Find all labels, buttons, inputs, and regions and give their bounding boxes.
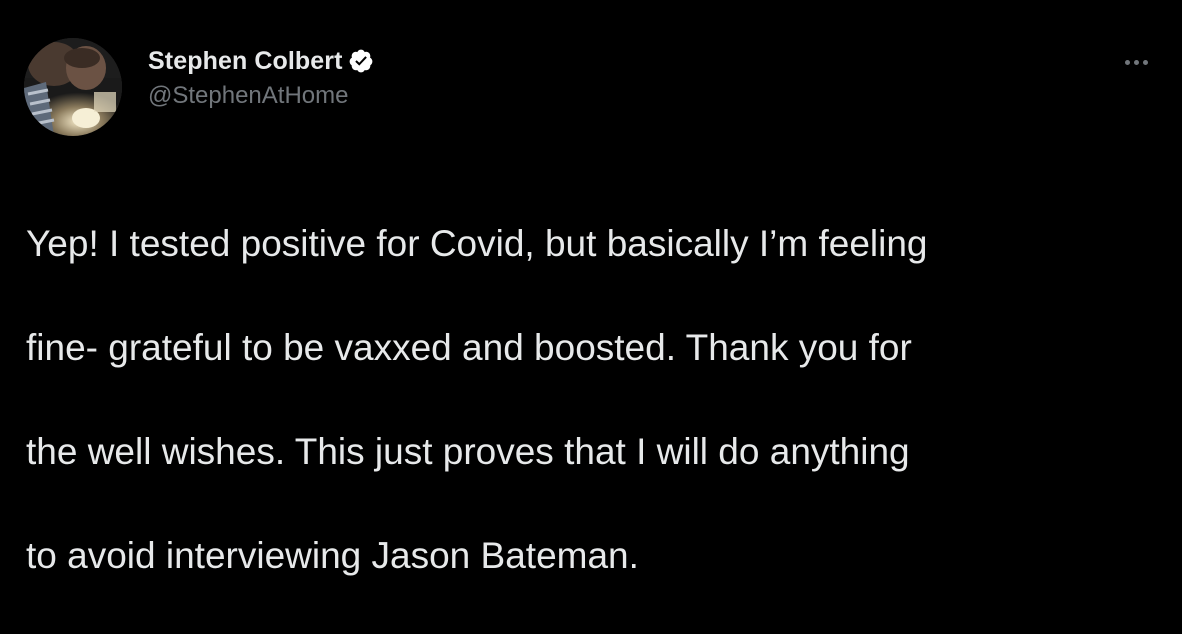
author-display-name[interactable]: Stephen Colbert	[148, 47, 343, 76]
author-name-row: Stephen Colbert	[148, 44, 374, 78]
profile-photo-image	[24, 38, 122, 136]
tweet-text-line: to avoid interviewing Jason Bateman.	[26, 535, 639, 576]
author-info: Stephen Colbert @StephenAtHome	[148, 44, 374, 110]
more-dot	[1133, 59, 1139, 65]
tweet-text-line: fine- grateful to be vaxxed and boosted.…	[26, 327, 912, 368]
tweet-text-line: Yep! I tested positive for Covid, but ba…	[26, 223, 928, 264]
author-handle[interactable]: @StephenAtHome	[148, 82, 374, 110]
avatar[interactable]	[24, 38, 122, 136]
more-options-icon[interactable]	[1116, 50, 1156, 74]
verified-badge-icon	[348, 48, 374, 74]
tweet-card: Stephen Colbert @StephenAtHome Yep! I te…	[0, 0, 1182, 576]
tweet-text: Yep! I tested positive for Covid, but ba…	[26, 166, 1166, 634]
more-dot	[1124, 59, 1130, 65]
more-dot	[1142, 59, 1148, 65]
tweet-text-line: the well wishes. This just proves that I…	[26, 431, 910, 472]
